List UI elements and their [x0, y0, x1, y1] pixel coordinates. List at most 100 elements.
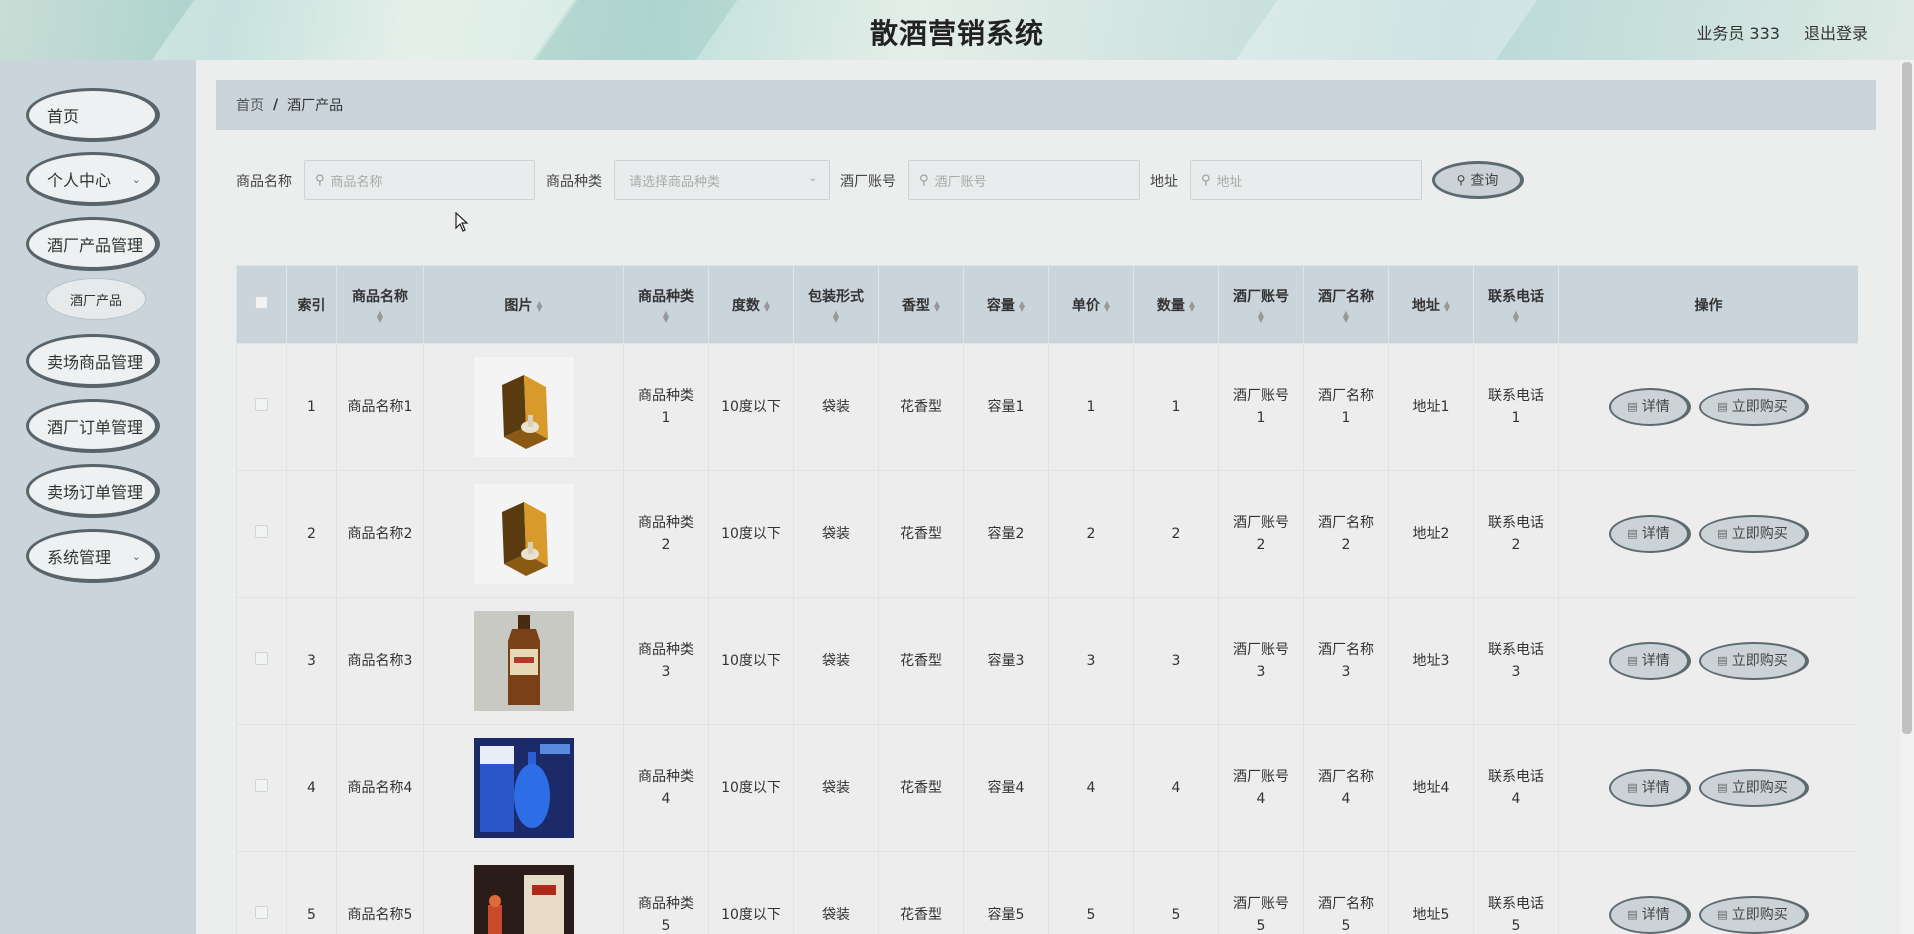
- detail-button[interactable]: ▤ 详情: [1608, 388, 1691, 426]
- buy-now-button[interactable]: ▤ 立即购买: [1698, 642, 1809, 680]
- cell-degree: 10度以下: [708, 597, 794, 725]
- column-header[interactable]: 容量 ▲ ▼: [963, 265, 1049, 344]
- cell-type: 商品种类 1: [623, 343, 709, 471]
- sidebar-item-factory-orders[interactable]: 酒厂订单管理: [26, 399, 160, 453]
- cell-price: 4: [1048, 724, 1134, 852]
- breadcrumb-home[interactable]: 首页: [236, 95, 264, 115]
- sort-icon[interactable]: ▲ ▼: [341, 310, 419, 324]
- query-button[interactable]: ⚲ 查询: [1432, 161, 1524, 199]
- detail-button[interactable]: ▤ 详情: [1608, 642, 1691, 680]
- detail-button[interactable]: ▤ 详情: [1608, 769, 1691, 807]
- sort-icon[interactable]: ▲ ▼: [1444, 299, 1450, 312]
- sort-icon[interactable]: ▲ ▼: [1223, 310, 1299, 324]
- column-header[interactable]: 商品种类 ▲ ▼: [623, 265, 709, 344]
- cell-name: 商品名称5: [336, 851, 424, 934]
- sort-icon[interactable]: ▲ ▼: [1189, 299, 1195, 312]
- column-header[interactable]: 联系电话 ▲ ▼: [1473, 265, 1559, 344]
- account-search-input[interactable]: ⚲ 酒厂账号: [908, 160, 1140, 200]
- row-select-cell[interactable]: [236, 470, 287, 598]
- document-icon: ▤: [1717, 400, 1728, 413]
- document-icon: ▤: [1717, 781, 1728, 794]
- document-icon: ▤: [1717, 527, 1728, 540]
- document-icon: ▤: [1627, 654, 1638, 667]
- sort-icon[interactable]: ▲ ▼: [1308, 310, 1384, 324]
- sort-icon[interactable]: ▲ ▼: [764, 299, 770, 312]
- document-icon: ▤: [1627, 527, 1638, 540]
- column-header[interactable]: 数量 ▲ ▼: [1133, 265, 1219, 344]
- column-header[interactable]: 单价 ▲ ▼: [1048, 265, 1134, 344]
- table-row: 2 商品名称2 商品种类 2 10度以下 袋装 花香型 容量2 2 2 酒厂账号 2 酒厂名称 2 地址2 联…: [236, 470, 1858, 598]
- buy-now-button[interactable]: ▤ 立即购买: [1698, 769, 1809, 807]
- cell-name: 商品名称1: [336, 343, 424, 471]
- sidebar-item-store-products[interactable]: 卖场商品管理: [26, 334, 160, 388]
- breadcrumb: 首页 / 酒厂产品: [216, 80, 1876, 130]
- cell-factory: 酒厂名称 1: [1303, 343, 1389, 471]
- sort-icon[interactable]: ▲ ▼: [536, 299, 542, 312]
- sort-icon[interactable]: ▲ ▼: [934, 299, 940, 312]
- address-search-input[interactable]: ⚲ 地址: [1190, 160, 1422, 200]
- row-select-cell[interactable]: [236, 724, 287, 852]
- sort-icon[interactable]: ▲ ▼: [798, 310, 874, 324]
- cell-actions: ▤ 详情 ▤ 立即购买: [1558, 343, 1858, 471]
- sidebar-item-factory-products[interactable]: 酒厂产品管理: [26, 217, 160, 271]
- sort-icon[interactable]: ▲ ▼: [1478, 310, 1554, 324]
- row-select-cell[interactable]: [236, 343, 287, 471]
- row-checkbox[interactable]: [255, 906, 268, 919]
- column-header[interactable]: 商品名称 ▲ ▼: [336, 265, 424, 344]
- sidebar-item-system[interactable]: 系统管理 ⌄: [26, 529, 160, 583]
- column-header[interactable]: 酒厂账号 ▲ ▼: [1218, 265, 1304, 344]
- column-header[interactable]: 包装形式 ▲ ▼: [793, 265, 879, 344]
- name-search-placeholder: 商品名称: [330, 174, 383, 190]
- buy-now-button[interactable]: ▤ 立即购买: [1698, 515, 1809, 553]
- cell-price: 1: [1048, 343, 1134, 471]
- cell-phone: 联系电话 4: [1473, 724, 1559, 852]
- cell-type: 商品种类 3: [623, 597, 709, 725]
- select-all-checkbox[interactable]: [255, 296, 268, 309]
- query-button-label: 查询: [1470, 173, 1499, 189]
- column-header[interactable]: 香型 ▲ ▼: [878, 265, 964, 344]
- row-select-cell[interactable]: [236, 597, 287, 725]
- cell-account: 酒厂账号 4: [1218, 724, 1304, 852]
- row-select-cell[interactable]: [236, 851, 287, 934]
- sidebar-item-store-orders[interactable]: 卖场订单管理: [26, 464, 160, 518]
- row-checkbox[interactable]: [255, 525, 268, 538]
- name-filter-label: 商品名称: [236, 174, 292, 190]
- name-search-input[interactable]: ⚲ 商品名称: [304, 160, 535, 200]
- submenu-item-factory-product[interactable]: 酒厂产品: [46, 278, 146, 320]
- header-select-all[interactable]: [236, 265, 287, 344]
- cell-index: 2: [286, 470, 337, 598]
- sort-icon[interactable]: ▲ ▼: [1019, 299, 1025, 312]
- sort-icon[interactable]: ▲ ▼: [628, 310, 704, 324]
- cell-index: 5: [286, 851, 337, 934]
- search-icon: ⚲: [919, 172, 929, 188]
- cell-actions: ▤ 详情 ▤ 立即购买: [1558, 470, 1858, 598]
- cell-account: 酒厂账号 1: [1218, 343, 1304, 471]
- detail-button[interactable]: ▤ 详情: [1608, 896, 1691, 934]
- column-header[interactable]: 度数 ▲ ▼: [708, 265, 794, 344]
- buy-now-button[interactable]: ▤ 立即购买: [1698, 896, 1809, 934]
- cell-account: 酒厂账号 5: [1218, 851, 1304, 934]
- row-checkbox[interactable]: [255, 779, 268, 792]
- cell-phone: 联系电话 3: [1473, 597, 1559, 725]
- cell-degree: 10度以下: [708, 470, 794, 598]
- logout-link[interactable]: 退出登录: [1804, 20, 1868, 44]
- page-scrollbar-thumb[interactable]: [1902, 62, 1912, 734]
- column-header[interactable]: 酒厂名称 ▲ ▼: [1303, 265, 1389, 344]
- product-image: [473, 611, 574, 711]
- detail-button[interactable]: ▤ 详情: [1608, 515, 1691, 553]
- sidebar-item-home[interactable]: 首页: [26, 88, 160, 142]
- row-checkbox[interactable]: [255, 652, 268, 665]
- type-select[interactable]: 请选择商品种类 ⌄: [614, 160, 830, 200]
- row-checkbox[interactable]: [255, 398, 268, 411]
- sort-icon[interactable]: ▲ ▼: [1104, 299, 1110, 312]
- buy-now-button[interactable]: ▤ 立即购买: [1698, 388, 1809, 426]
- search-icon: ⚲: [315, 172, 325, 188]
- cell-index: 1: [286, 343, 337, 471]
- type-select-placeholder: 请选择商品种类: [629, 174, 721, 190]
- cell-qty: 1: [1133, 343, 1219, 471]
- cell-address: 地址5: [1388, 851, 1474, 934]
- address-filter-label: 地址: [1150, 174, 1178, 190]
- cell-address: 地址3: [1388, 597, 1474, 725]
- column-header[interactable]: 地址 ▲ ▼: [1388, 265, 1474, 344]
- column-header[interactable]: 图片 ▲ ▼: [423, 265, 624, 344]
